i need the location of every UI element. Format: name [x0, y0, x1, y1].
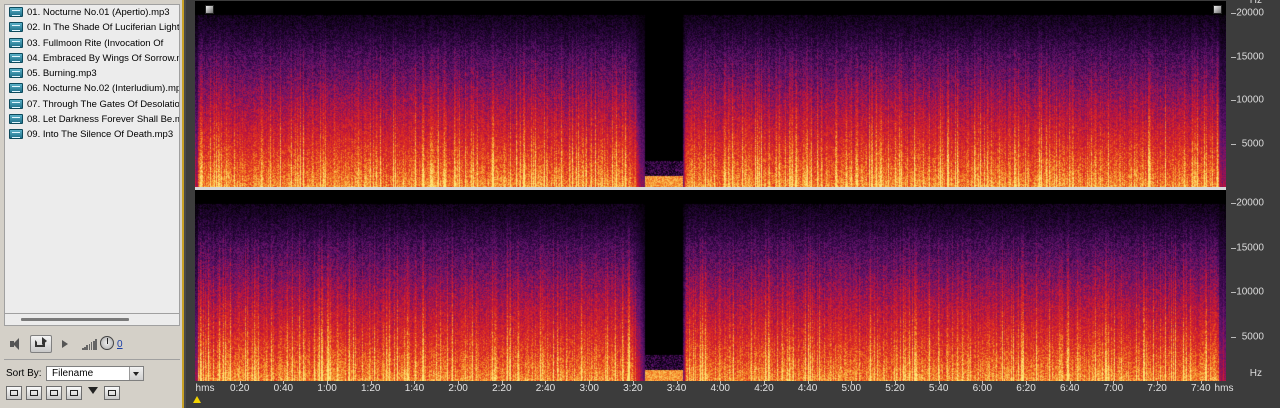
freq-tick — [1231, 336, 1236, 338]
playhead-marker-icon[interactable] — [193, 396, 201, 403]
zoom-handle-left[interactable] — [205, 5, 214, 14]
loop-icon[interactable] — [30, 335, 52, 353]
audio-file-icon — [9, 83, 23, 94]
time-label: 7:00 — [1103, 383, 1124, 394]
file-list[interactable]: 01. Nocturne No.01 (Apertio).mp3 02. In T… — [4, 4, 180, 314]
volume-value[interactable]: 0 — [117, 339, 123, 350]
volume-knob-icon[interactable] — [100, 336, 114, 350]
scrollbar-thumb[interactable] — [21, 318, 129, 321]
time-label: 2:40 — [535, 383, 556, 394]
time-label: 0:20 — [229, 383, 250, 394]
file-name: 03. Fullmoon Rite (Invocation Of — [27, 37, 164, 49]
file-list-item[interactable]: 09. Into The Silence Of Death.mp3 — [5, 127, 179, 142]
time-label: 3:00 — [579, 383, 599, 394]
audio-file-icon — [9, 129, 23, 140]
freq-label: 20000 — [1236, 197, 1264, 209]
freq-label: 10000 — [1236, 286, 1264, 298]
freq-unit-label: Hz — [1249, 0, 1262, 6]
audio-file-icon — [9, 52, 23, 63]
insert-into-multitrack-icon[interactable] — [6, 386, 22, 400]
sort-by-row: Sort By: Filename — [6, 366, 182, 382]
frequency-ruler-top: Hz 20000 15000 10000 5000 — [1226, 0, 1280, 187]
freq-unit-label: Hz — [1249, 368, 1262, 379]
spectrogram-left-channel[interactable] — [195, 1, 1226, 187]
time-label: 7:20 — [1147, 383, 1167, 394]
cd-icon[interactable] — [26, 386, 42, 400]
sort-by-label: Sort By: — [6, 368, 42, 379]
file-name: 08. Let Darkness Forever Shall Be.mp3 — [27, 114, 179, 126]
play-icon[interactable] — [60, 335, 70, 353]
time-label: 6:20 — [1016, 383, 1036, 394]
speaker-icon[interactable] — [8, 335, 26, 353]
options-icon[interactable] — [104, 386, 120, 400]
file-list-item[interactable]: 07. Through The Gates Of Desolation.mp3 — [5, 97, 179, 112]
time-label: 6:40 — [1059, 383, 1080, 394]
time-label: 6:00 — [972, 383, 993, 394]
filter-icon[interactable] — [86, 386, 102, 400]
file-name: 05. Burning.mp3 — [27, 68, 97, 80]
audio-file-icon — [9, 68, 23, 79]
time-label: 5:40 — [928, 383, 949, 394]
file-name: 02. In The Shade Of Luciferian Light.mp3 — [27, 22, 179, 34]
freq-label: 15000 — [1236, 51, 1264, 63]
time-label: 4:00 — [710, 383, 730, 394]
file-list-item[interactable]: 01. Nocturne No.01 (Apertio).mp3 — [5, 5, 179, 20]
time-label: 1:00 — [317, 383, 337, 394]
freq-label: 10000 — [1236, 94, 1264, 106]
frequency-ruler-bottom: Hz 20000 15000 10000 5000 — [1226, 190, 1280, 381]
sort-by-select[interactable]: Filename — [46, 366, 144, 381]
file-list-item[interactable]: 03. Fullmoon Rite (Invocation Of — [5, 36, 179, 51]
file-list-item[interactable]: 08. Let Darkness Forever Shall Be.mp3 — [5, 112, 179, 127]
audio-file-icon — [9, 98, 23, 109]
file-name: 09. Into The Silence Of Death.mp3 — [27, 129, 174, 141]
file-list-item[interactable]: 04. Embraced By Wings Of Sorrow.mp3 — [5, 51, 179, 66]
time-unit-label: hms — [1214, 383, 1234, 394]
freq-tick — [1231, 143, 1236, 145]
time-unit-label: hms — [195, 383, 215, 394]
time-label: 7:40 — [1191, 383, 1211, 394]
spectrogram-right-channel[interactable] — [195, 190, 1226, 381]
audio-file-icon — [9, 114, 23, 125]
time-label: 1:40 — [404, 383, 425, 394]
file-name: 07. Through The Gates Of Desolation.mp3 — [27, 98, 179, 110]
time-label: 1:20 — [361, 383, 381, 394]
files-toolbar — [6, 386, 182, 402]
zoom-handle-right[interactable] — [1213, 5, 1222, 14]
time-label: 3:40 — [666, 383, 687, 394]
file-list-item[interactable]: 02. In The Shade Of Luciferian Light.mp3 — [5, 20, 179, 35]
file-list-scrollbar[interactable] — [4, 314, 180, 326]
audio-file-icon — [9, 22, 23, 33]
divider — [4, 359, 180, 360]
freq-label: 5000 — [1241, 331, 1264, 343]
file-name: 06. Nocturne No.02 (Interludium).mp3 — [27, 83, 179, 95]
film-icon[interactable] — [46, 386, 62, 400]
freq-label: 5000 — [1241, 138, 1264, 149]
time-label: 0:40 — [273, 383, 294, 394]
note-icon[interactable] — [66, 386, 82, 400]
time-label: 4:20 — [754, 383, 774, 394]
audio-file-icon — [9, 7, 23, 17]
freq-label: 20000 — [1236, 7, 1264, 19]
audio-file-icon — [9, 37, 23, 48]
volume-meter-icon — [82, 338, 98, 350]
spectral-display[interactable]: Hz 20000 15000 10000 5000 Hz 20000 15000 1000… — [186, 0, 1280, 408]
freq-label: 15000 — [1236, 242, 1264, 254]
time-ruler[interactable]: hms hms 0:20 0:40 1:00 1:20 1:40 2:00 2:20 2:40… — [186, 381, 1280, 408]
files-panel: 01. Nocturne No.01 (Apertio).mp3 02. In T… — [0, 0, 184, 408]
file-name: 01. Nocturne No.01 (Apertio).mp3 — [27, 7, 170, 18]
time-label: 2:00 — [448, 383, 468, 394]
sort-by-select-value: Filename — [52, 368, 94, 379]
time-label: 4:40 — [797, 383, 818, 394]
preview-transport: 0 — [4, 332, 180, 356]
file-list-item[interactable]: 06. Nocturne No.02 (Interludium).mp3 — [5, 81, 179, 96]
time-label: 5:20 — [885, 383, 905, 394]
file-list-item[interactable]: 05. Burning.mp3 — [5, 66, 179, 81]
file-name: 04. Embraced By Wings Of Sorrow.mp3 — [27, 52, 179, 64]
time-label: 5:00 — [841, 383, 862, 394]
time-label: 3:20 — [623, 383, 643, 394]
time-label: 2:20 — [492, 383, 512, 394]
chevron-down-icon[interactable] — [129, 367, 143, 380]
